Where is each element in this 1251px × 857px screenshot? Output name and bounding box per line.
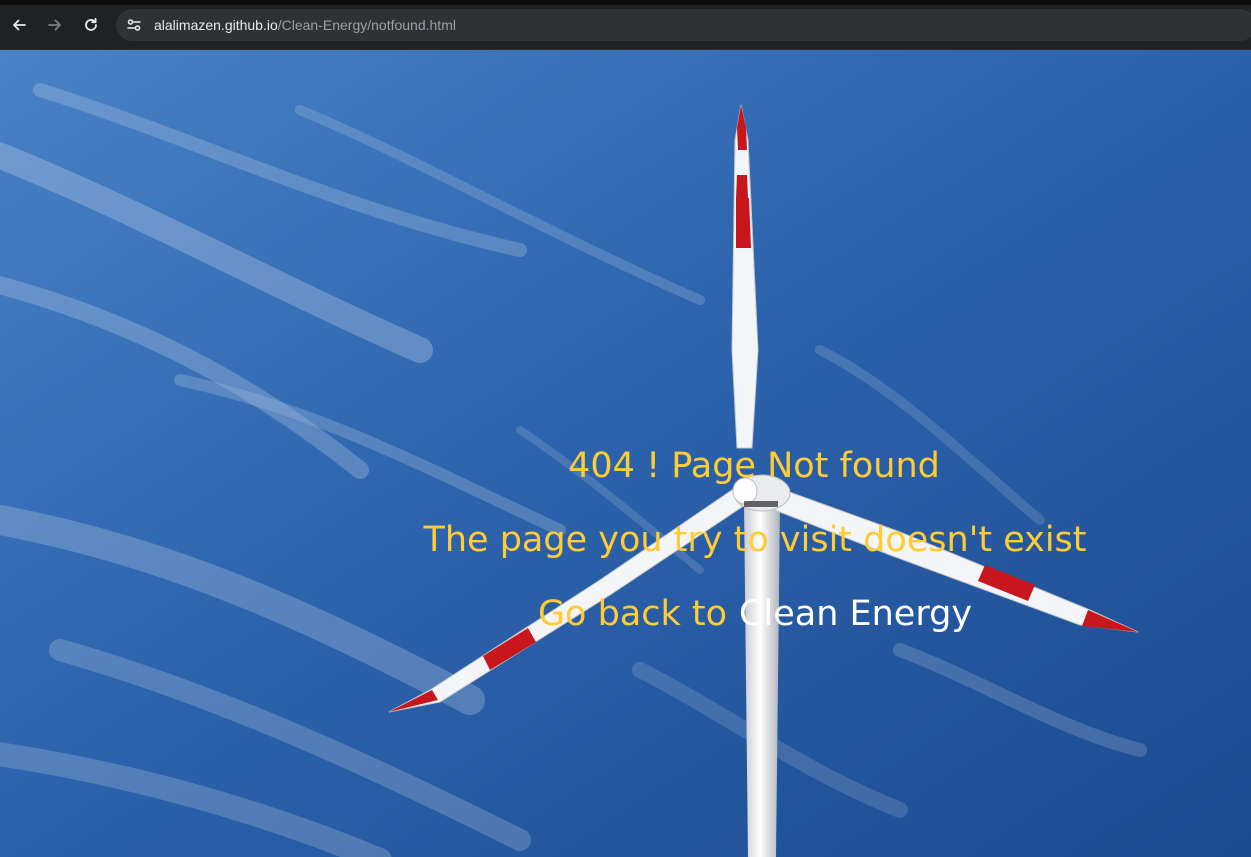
reload-icon <box>85 17 97 31</box>
tune-icon[interactable] <box>124 15 144 35</box>
go-back-line: Go back to Clean Energy <box>450 592 1060 636</box>
back-button[interactable] <box>6 12 32 38</box>
forward-button[interactable] <box>42 12 68 38</box>
tab-strip-edge <box>0 0 1251 5</box>
error-subtitle: The page you try to visit doesn't exist <box>423 520 1087 560</box>
reload-button[interactable] <box>78 12 104 38</box>
error-title: 404 ! Page Not found <box>568 446 940 486</box>
arrow-right-icon <box>48 19 61 31</box>
url-text[interactable]: alalimazen.github.io/Clean-Energy/notfou… <box>154 16 456 34</box>
page-viewport: 404 ! Page Not found The page you try to… <box>0 50 1251 857</box>
url-path: /Clean-Energy/notfound.html <box>277 17 456 33</box>
go-back-prefix: Go back to <box>537 594 728 634</box>
arrow-left-icon <box>13 19 26 31</box>
url-host: alalimazen.github.io <box>154 17 278 33</box>
address-bar[interactable]: alalimazen.github.io/Clean-Energy/notfou… <box>116 9 1251 41</box>
browser-toolbar: alalimazen.github.io/Clean-Energy/notfou… <box>0 0 1251 50</box>
home-link[interactable]: Clean Energy <box>739 594 972 634</box>
